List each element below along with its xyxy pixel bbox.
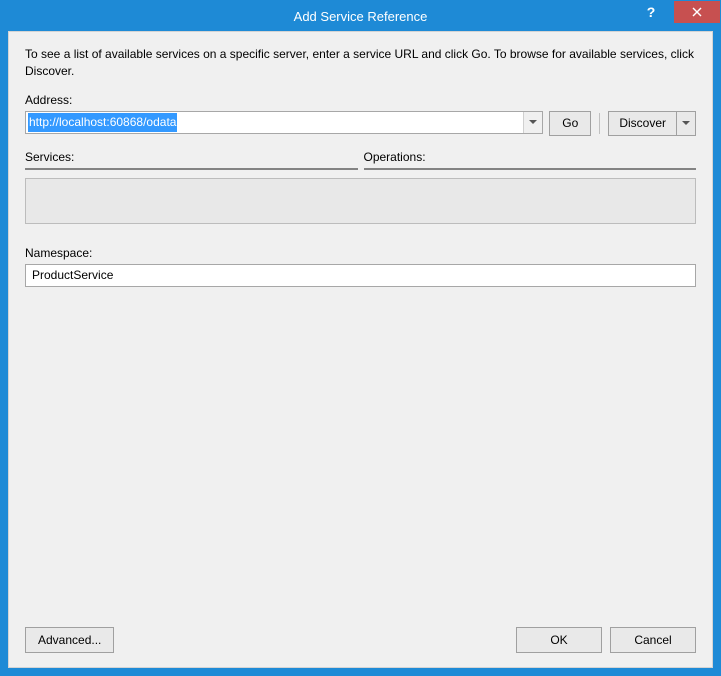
separator (599, 113, 600, 134)
discover-dropdown-button[interactable] (676, 111, 696, 136)
namespace-label: Namespace: (25, 246, 696, 260)
services-listbox[interactable] (25, 168, 358, 170)
close-icon (692, 7, 702, 17)
spacer (122, 627, 508, 653)
address-dropdown-button[interactable] (523, 112, 542, 133)
operations-column: Operations: (364, 150, 697, 170)
address-label: Address: (25, 93, 696, 107)
advanced-button[interactable]: Advanced... (25, 627, 114, 653)
status-panel (25, 178, 696, 224)
discover-splitbutton: Discover (608, 111, 696, 136)
chevron-down-icon (682, 121, 690, 125)
address-combobox[interactable]: http://localhost:60868/odata (25, 111, 543, 134)
dialog-window: Add Service Reference ? To see a list of… (0, 0, 721, 676)
operations-label: Operations: (364, 150, 697, 164)
namespace-input[interactable] (25, 264, 696, 287)
cancel-button[interactable]: Cancel (610, 627, 696, 653)
window-controls: ? (628, 1, 720, 23)
chevron-down-icon (529, 120, 537, 124)
close-button[interactable] (674, 1, 720, 23)
address-value: http://localhost:60868/odata (28, 113, 177, 132)
dialog-client-area: To see a list of available services on a… (8, 31, 713, 668)
ok-button[interactable]: OK (516, 627, 602, 653)
address-row: http://localhost:60868/odata Go Discover (25, 111, 696, 136)
go-button[interactable]: Go (549, 111, 591, 136)
lists-row: Services: Operations: (25, 150, 696, 170)
dialog-footer: Advanced... OK Cancel (25, 611, 696, 653)
window-title: Add Service Reference (1, 9, 720, 24)
operations-listbox[interactable] (364, 168, 697, 170)
services-label: Services: (25, 150, 358, 164)
services-column: Services: (25, 150, 358, 170)
discover-button[interactable]: Discover (608, 111, 676, 136)
titlebar: Add Service Reference ? (1, 1, 720, 31)
instructions-text: To see a list of available services on a… (25, 46, 696, 81)
help-button[interactable]: ? (628, 1, 674, 23)
